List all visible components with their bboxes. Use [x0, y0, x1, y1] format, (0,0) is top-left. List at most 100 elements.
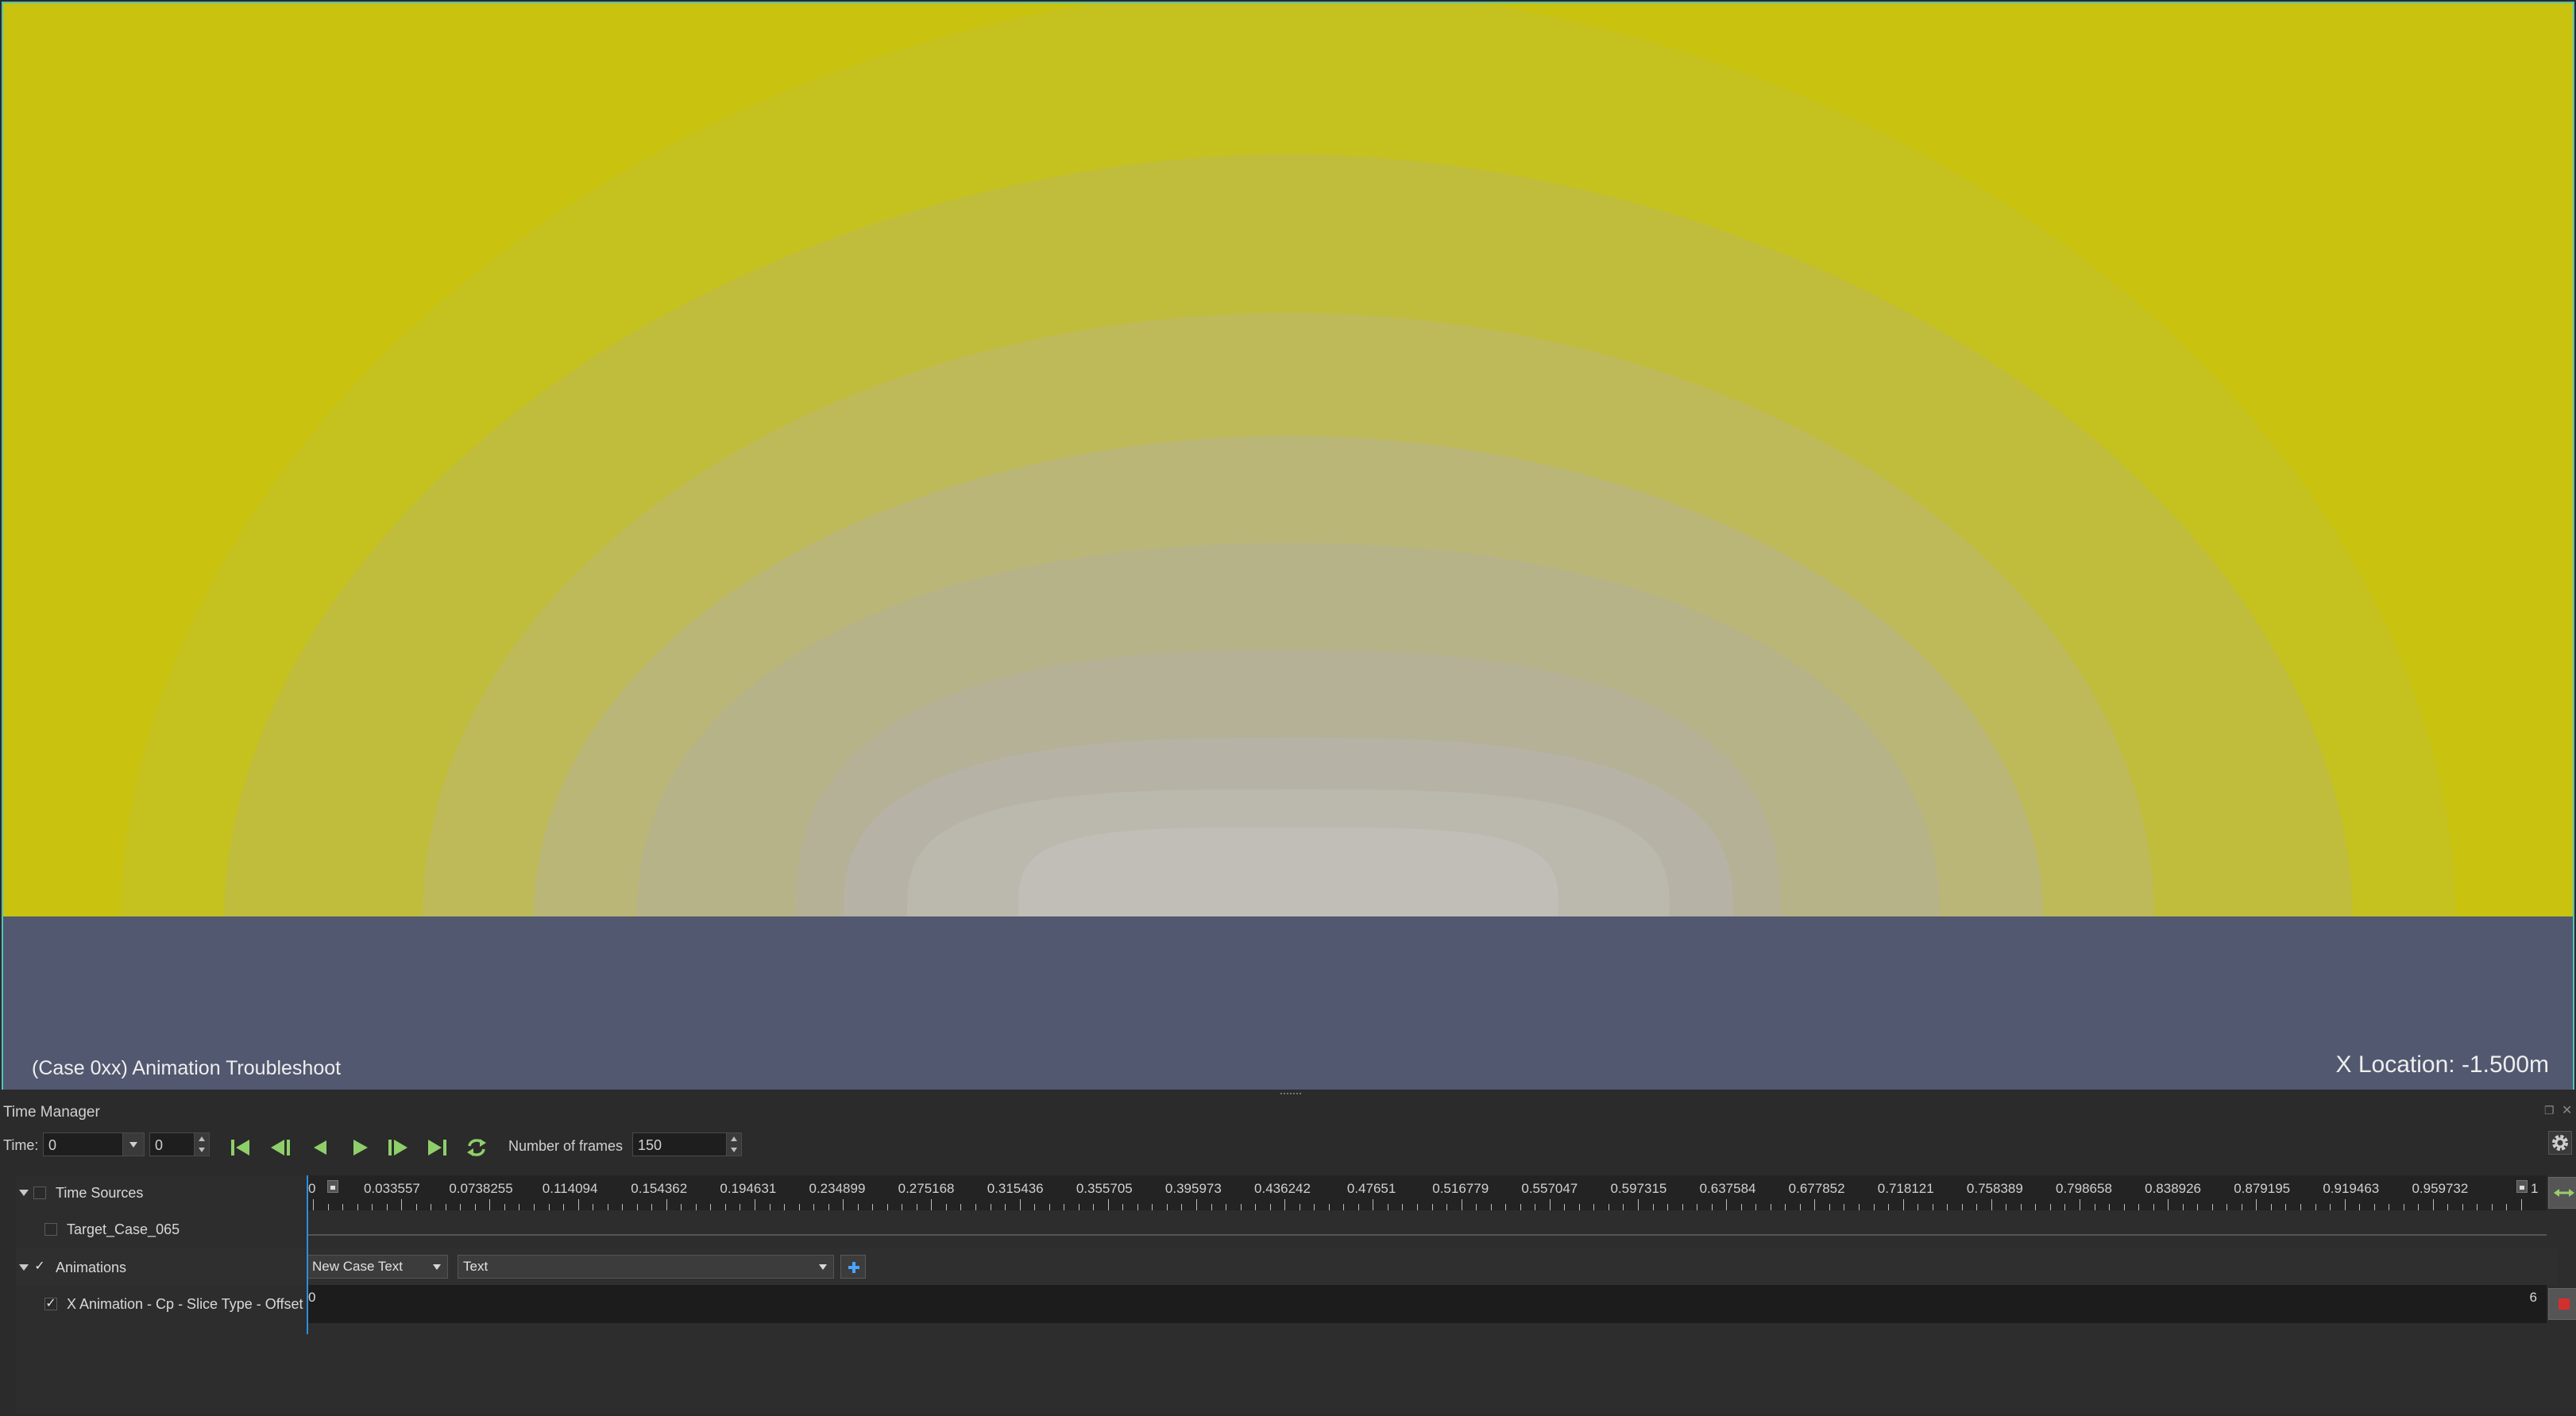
animations-checkbox[interactable]: ✓: [33, 1260, 46, 1274]
viewport-title-annotation: (Case 0xx) Animation Troubleshoot: [32, 1057, 342, 1079]
add-animation-button[interactable]: [840, 1255, 866, 1279]
play-icon: [353, 1140, 368, 1156]
play-button[interactable]: [346, 1134, 373, 1161]
timeline-tick: [710, 1204, 712, 1210]
timeline-tick-label: 0.677852: [1788, 1181, 1845, 1196]
timeline-tick: [872, 1204, 874, 1210]
timeline-tick: [2359, 1204, 2361, 1210]
animation-track[interactable]: 0 6: [307, 1285, 2547, 1323]
reverse-play-button[interactable]: [307, 1134, 334, 1161]
timeline-tick: [1137, 1204, 1138, 1210]
last-frame-icon: [428, 1140, 446, 1156]
timeline-tick: [1196, 1199, 1197, 1210]
timeline-tick: [1269, 1204, 1271, 1210]
timeline-tick-label: 0.275168: [898, 1181, 955, 1196]
timeline-tick: [1593, 1204, 1595, 1210]
expand-arrow-icon[interactable]: [19, 1264, 29, 1271]
timeline-tick: [886, 1204, 888, 1210]
time-value-combo[interactable]: 0: [43, 1132, 145, 1156]
timeline-tick: [1049, 1204, 1050, 1210]
timeline-tick: [2491, 1204, 2493, 1210]
spin-arrows-icon[interactable]: [194, 1133, 209, 1156]
3d-viewport[interactable]: (Case 0xx) Animation Troubleshoot X Loca…: [2, 2, 2574, 1091]
timeline-tick: [695, 1204, 697, 1210]
next-frame-icon: [388, 1140, 407, 1156]
timeline-tick: [342, 1204, 344, 1210]
timeline-tick: [534, 1204, 535, 1210]
viewport-ground-band: [3, 916, 2573, 1090]
timeline-tick: [1991, 1199, 1992, 1210]
animations-row[interactable]: ✓ Animations New Case Text Text: [16, 1248, 2558, 1285]
timeline-tick: [945, 1204, 947, 1210]
time-index-spinbox[interactable]: 0: [149, 1132, 210, 1156]
timeline-tick: [2315, 1204, 2316, 1210]
animation-item-checkbox[interactable]: ✓: [44, 1298, 57, 1310]
timeline-tick: [2270, 1204, 2272, 1210]
first-frame-button[interactable]: [227, 1134, 254, 1161]
timeline-tick: [504, 1204, 505, 1210]
time-sources-row[interactable]: Time Sources 0 0.033557 0.0738255 0.114094 0…: [16, 1175, 2576, 1210]
reverse-play-icon: [314, 1140, 326, 1155]
timeline-tick-label: 0.718121: [1877, 1181, 1934, 1196]
timeline-tick: [2064, 1204, 2066, 1210]
timeline-tick: [401, 1199, 403, 1210]
timeline-end-lock-icon[interactable]: [2516, 1180, 2528, 1193]
last-frame-button[interactable]: [423, 1134, 450, 1161]
timeline-tick: [415, 1204, 417, 1210]
timeline-tick: [2020, 1204, 2022, 1210]
timeline-tick: [1255, 1204, 1257, 1210]
timeline-tick: [784, 1204, 786, 1210]
time-source-track: [307, 1234, 2547, 1236]
timeline-tick: [1240, 1204, 1242, 1210]
settings-button[interactable]: [2548, 1131, 2572, 1155]
current-time-cursor[interactable]: [307, 1175, 308, 1334]
timeline-tick: [1166, 1204, 1168, 1210]
timeline-tick: [2226, 1204, 2228, 1210]
expand-arrow-icon[interactable]: [19, 1190, 29, 1196]
spin-arrows-icon[interactable]: [726, 1133, 741, 1156]
timeline-tick: [2447, 1204, 2449, 1210]
timeline-tick: [563, 1204, 565, 1210]
next-frame-button[interactable]: [384, 1134, 411, 1161]
timeline-tick-label: 0.637584: [1699, 1181, 1756, 1196]
panel-splitter[interactable]: [0, 1090, 2576, 1099]
animation-item-label: X Animation - Cp - Slice Type - Offset: [67, 1296, 303, 1312]
timeline-tick: [843, 1199, 844, 1210]
gear-icon: [2552, 1135, 2568, 1151]
timeline-tick-label: 0.0738255: [449, 1181, 513, 1196]
animation-item-row[interactable]: ✓ X Animation - Cp - Slice Type - Offset…: [16, 1285, 2576, 1323]
timeline-tick: [2373, 1204, 2375, 1210]
expand-timeline-button[interactable]: [2548, 1177, 2576, 1209]
previous-frame-icon: [271, 1140, 290, 1156]
timeline-tick: [622, 1204, 624, 1210]
timeline-tick: [2211, 1204, 2213, 1210]
target-case-checkbox[interactable]: [44, 1223, 57, 1236]
new-case-text-combo[interactable]: New Case Text: [307, 1255, 448, 1279]
chevron-down-icon[interactable]: [122, 1133, 144, 1156]
timeline-tick: [1093, 1204, 1095, 1210]
timeline-tick: [1638, 1199, 1639, 1210]
text-type-combo[interactable]: Text: [458, 1255, 834, 1279]
timeline-start-lock-icon[interactable]: [327, 1180, 338, 1193]
time-sources-checkbox[interactable]: [33, 1186, 46, 1199]
timeline-tick: [828, 1204, 829, 1210]
float-panel-icon[interactable]: ❐: [2544, 1104, 2555, 1117]
timeline-tick-label: 0.798658: [2056, 1181, 2112, 1196]
timeline-ruler[interactable]: 0 0.033557 0.0738255 0.114094 0.154362 0.1946…: [307, 1175, 2547, 1210]
timeline-tick: [1785, 1204, 1786, 1210]
loop-button[interactable]: [463, 1134, 490, 1161]
previous-frame-button[interactable]: [267, 1134, 294, 1161]
timeline-tick: [1490, 1204, 1492, 1210]
horizontal-expand-icon: [2554, 1189, 2574, 1197]
timeline-tick: [1799, 1204, 1801, 1210]
delete-animation-button[interactable]: [2548, 1288, 2576, 1320]
close-panel-icon[interactable]: ✕: [2562, 1102, 2573, 1117]
timeline-tick: [681, 1204, 682, 1210]
time-value: 0: [48, 1137, 57, 1153]
timeline-tick-label: 0.597315: [1610, 1181, 1667, 1196]
time-source-item-row[interactable]: Target_Case_065: [16, 1210, 2558, 1248]
timeline-tick: [1476, 1204, 1477, 1210]
timeline-tick-label: 0.959732: [2412, 1181, 2469, 1196]
number-of-frames-spinbox[interactable]: 150: [632, 1132, 742, 1156]
x-location-annotation: X Location: -1.500m: [2335, 1051, 2550, 1078]
